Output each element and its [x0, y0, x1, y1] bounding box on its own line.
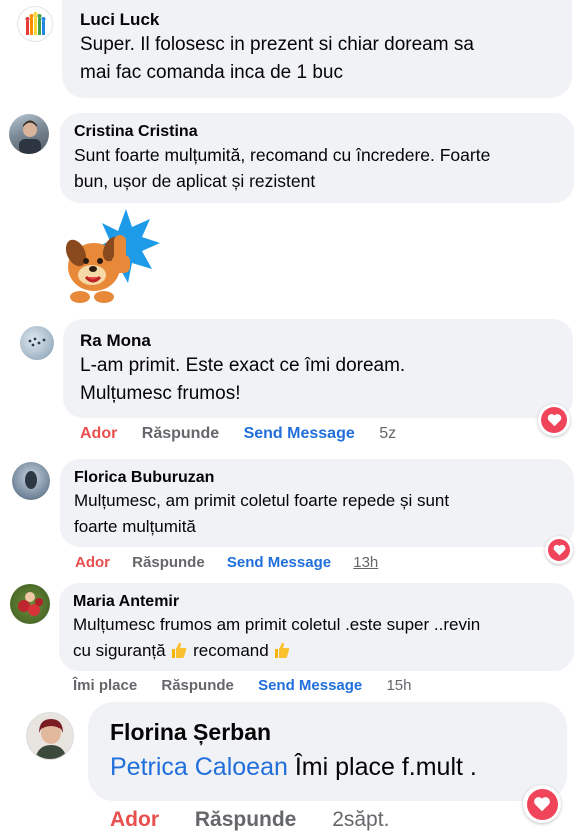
comment-text-line: Petrica Caloean Îmi place f.mult . — [110, 748, 547, 786]
heart-icon — [553, 544, 565, 556]
birds-photo-icon — [28, 337, 46, 347]
flowers-photo-icon — [18, 592, 43, 616]
comment-timestamp[interactable]: 13h — [353, 554, 378, 572]
comment-author[interactable]: Maria Antemir — [73, 592, 560, 612]
reaction-heart[interactable] — [545, 536, 573, 564]
comment-text: foarte mulțumită — [74, 517, 196, 536]
dog-thumbs-up-sticker-icon — [56, 205, 162, 305]
comment-text: Îmi place f.mult . — [287, 753, 477, 781]
send-message-link[interactable]: Send Message — [258, 677, 362, 695]
thumbs-up-emoji-icon — [170, 641, 188, 667]
comment-bubble: Florina Șerban Petrica Caloean Îmi place… — [88, 702, 567, 801]
send-message-link[interactable]: Send Message — [227, 554, 331, 572]
comment-text: Super. Il folosesc in prezent si chiar d… — [80, 34, 474, 55]
comment-text: bun, ușor de aplicat și rezistent — [74, 171, 316, 191]
comment-actions: Ador Răspunde Send Message 5z — [80, 424, 396, 444]
avatar[interactable] — [20, 326, 54, 360]
comment-text: mai fac comanda inca de 1 buc — [80, 62, 343, 83]
avatar[interactable] — [10, 584, 50, 624]
avatar[interactable] — [26, 712, 74, 760]
ador-button[interactable]: Ador — [80, 424, 117, 444]
comment-author[interactable]: Ra Mona — [80, 330, 556, 352]
comment-bubble: Luci Luck Super. Il folosesc in prezent … — [62, 0, 572, 98]
person-photo-icon — [19, 120, 41, 154]
comment-bubble: Cristina Cristina Sunt foarte mulțumită,… — [60, 113, 574, 203]
person-photo-icon — [35, 719, 67, 759]
colorful-figures-avatar-icon — [25, 12, 46, 35]
thumbs-up-emoji-icon — [273, 641, 291, 667]
heart-icon — [547, 414, 561, 427]
comment-author[interactable]: Cristina Cristina — [74, 122, 560, 142]
reaction-heart[interactable] — [538, 404, 570, 436]
comment-text: Mulțumesc frumos! — [80, 383, 241, 404]
avatar[interactable] — [12, 462, 50, 500]
comment-timestamp[interactable]: 5z — [379, 424, 396, 444]
comment-text: Mulțumesc, am primit coletul foarte repe… — [74, 491, 450, 510]
ador-button[interactable]: Ador — [75, 554, 110, 572]
comment-actions: Îmi place Răspunde Send Message 15h — [73, 677, 411, 695]
ador-button[interactable]: Ador — [110, 807, 159, 833]
comment-author[interactable]: Luci Luck — [80, 9, 554, 31]
comment-timestamp[interactable]: 15h — [386, 677, 411, 695]
comment-bubble: Maria Antemir Mulțumesc frumos am primit… — [59, 583, 574, 671]
person-photo-icon — [25, 471, 37, 489]
comment-bubble: Florica Buburuzan Mulțumesc, am primit c… — [60, 459, 574, 547]
comment-actions: Ador Răspunde Send Message 13h — [75, 554, 378, 572]
send-message-link[interactable]: Send Message — [244, 424, 355, 444]
comment-author[interactable]: Florina Șerban — [110, 716, 547, 748]
comment-text: Mulțumesc frumos am primit coletul .este… — [73, 615, 481, 634]
tagged-user-link[interactable]: Petrica Caloean — [110, 753, 288, 781]
reaction-heart[interactable] — [523, 785, 561, 823]
comment-actions: Ador Răspunde 2săpt. — [110, 807, 389, 833]
avatar[interactable] — [17, 6, 53, 42]
comment-text: cu siguranță — [73, 641, 166, 660]
comment-bubble: Ra Mona L-am primit. Este exact ce îmi d… — [63, 319, 573, 418]
reply-button[interactable]: Răspunde — [132, 554, 205, 572]
avatar[interactable] — [9, 114, 49, 154]
heart-icon — [534, 797, 550, 812]
reply-button[interactable]: Răspunde — [142, 424, 219, 444]
comment-author[interactable]: Florica Buburuzan — [74, 468, 560, 488]
reply-button[interactable]: Răspunde — [195, 807, 297, 833]
reply-button[interactable]: Răspunde — [161, 677, 234, 695]
comment-text: Sunt foarte mulțumită, recomand cu încre… — [74, 145, 491, 165]
comment-timestamp[interactable]: 2săpt. — [332, 807, 389, 833]
comment-text: L-am primit. Este exact ce îmi doream. — [80, 355, 406, 376]
comment-text-line: cu siguranță recomand — [73, 638, 560, 667]
like-button[interactable]: Îmi place — [73, 677, 137, 695]
comment-text: recomand — [193, 641, 269, 660]
